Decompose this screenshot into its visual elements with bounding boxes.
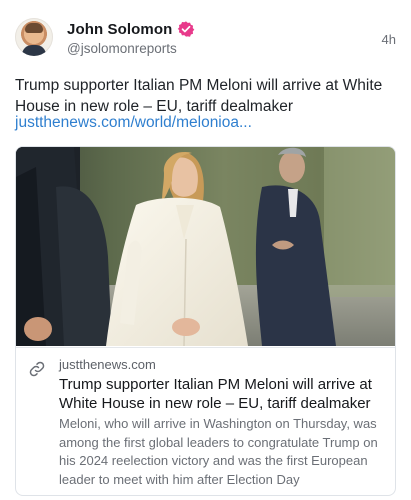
author-name[interactable]: John Solomon	[67, 21, 172, 38]
link-icon	[29, 361, 45, 377]
author-name-row: John Solomon	[67, 19, 195, 39]
avatar[interactable]	[15, 18, 53, 56]
link-domain: justthenews.com	[59, 357, 156, 372]
post-timestamp[interactable]: 4h	[382, 32, 396, 47]
post-header: John Solomon @jsolomonreports 4h	[15, 18, 396, 60]
link-title[interactable]: Trump supporter Italian PM Meloni will a…	[59, 375, 385, 413]
verified-badge-icon	[177, 20, 195, 38]
link-description: Meloni, who will arrive in Washington on…	[59, 416, 378, 487]
avatar-hair	[25, 23, 43, 33]
author-handle[interactable]: @jsolomonreports	[67, 41, 177, 56]
post-link[interactable]: justthenews.com/world/melonioa...	[15, 112, 252, 133]
link-preview-card[interactable]: justthenews.com Trump supporter Italian …	[15, 146, 396, 496]
article-photo	[16, 147, 395, 346]
avatar-shirt	[22, 45, 46, 56]
link-preview-body: justthenews.com Trump supporter Italian …	[16, 347, 395, 495]
post: John Solomon @jsolomonreports 4h Trump s…	[0, 0, 411, 500]
post-text: Trump supporter Italian PM Meloni will a…	[15, 77, 383, 115]
